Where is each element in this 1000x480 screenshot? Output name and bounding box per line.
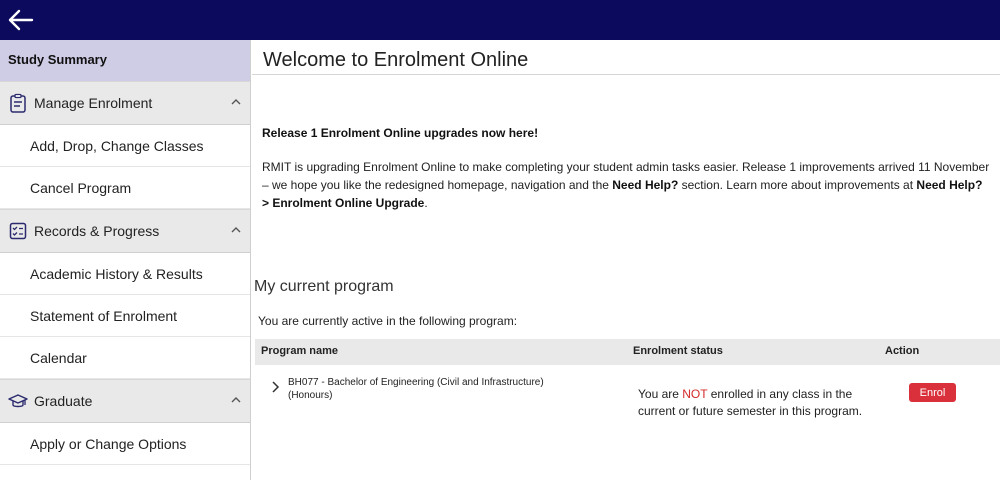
column-header-action: Action [885, 345, 920, 357]
table-header: Program name Enrolment status Action [255, 339, 1000, 365]
chevron-right-icon[interactable] [269, 380, 281, 394]
sidebar-section-label: Manage Enrolment [34, 95, 153, 111]
sidebar: Study Summary Manage Enrolment Add, Drop… [0, 40, 251, 480]
page-title: Welcome to Enrolment Online [263, 49, 529, 71]
sidebar-section-label: Records & Progress [34, 223, 160, 239]
table-row: BH077 - Bachelor of Engineering (Civil a… [255, 366, 1000, 436]
upgrade-link[interactable]: > Enrolment Online Upgrade [262, 196, 424, 210]
notice-heading: Release 1 Enrolment Online upgrades now … [262, 126, 539, 140]
program-subtext: You are currently active in the followin… [258, 314, 518, 328]
chevron-up-icon [231, 397, 241, 403]
checklist-icon [9, 222, 27, 240]
enrolment-status: You are NOT enrolled in any class in the… [638, 386, 888, 420]
notice-body: RMIT is upgrading Enrolment Online to ma… [262, 158, 1000, 212]
chevron-up-icon [231, 227, 241, 233]
divider [252, 74, 1000, 75]
notice-text: section. Learn more about improvements a… [678, 178, 917, 192]
clipboard-icon [10, 93, 26, 113]
column-header-enrolment-status: Enrolment status [633, 345, 723, 357]
notice-text: . [424, 196, 428, 210]
notice-text: – we hope you like the redesigned homepa… [262, 178, 613, 192]
chevron-up-icon [231, 99, 241, 105]
sidebar-section-manage-enrolment[interactable]: Manage Enrolment [0, 81, 250, 125]
arrow-left-icon[interactable] [6, 6, 36, 34]
status-text: You are [638, 387, 683, 401]
sidebar-item-statement-of-enrolment[interactable]: Statement of Enrolment [0, 295, 250, 337]
graduation-cap-icon [8, 394, 28, 408]
need-help-text: Need Help? [612, 178, 679, 192]
status-not-text: NOT [682, 387, 708, 401]
sidebar-item-add-drop-change-classes[interactable]: Add, Drop, Change Classes [0, 125, 250, 167]
sidebar-section-label: Graduate [34, 393, 93, 409]
program-name: BH077 - Bachelor of Engineering (Civil a… [288, 377, 544, 401]
sidebar-item-apply-change-options[interactable]: Apply or Change Options [0, 423, 250, 465]
sidebar-section-graduate[interactable]: Graduate [0, 379, 250, 423]
enrol-button[interactable]: Enrol [909, 383, 956, 402]
column-header-program-name: Program name [261, 345, 339, 357]
sidebar-item-calendar[interactable]: Calendar [0, 337, 250, 379]
top-bar [0, 0, 1000, 40]
need-help-text: Need Help? [916, 178, 983, 192]
sidebar-item-cancel-program[interactable]: Cancel Program [0, 167, 250, 209]
program-heading: My current program [254, 278, 394, 295]
notice-text: RMIT is upgrading Enrolment Online to ma… [262, 160, 990, 174]
sidebar-section-records-progress[interactable]: Records & Progress [0, 209, 250, 253]
sidebar-item-academic-history[interactable]: Academic History & Results [0, 253, 250, 295]
main-content: Welcome to Enrolment Online Release 1 En… [252, 40, 1000, 480]
sidebar-item-study-summary[interactable]: Study Summary [0, 40, 250, 81]
